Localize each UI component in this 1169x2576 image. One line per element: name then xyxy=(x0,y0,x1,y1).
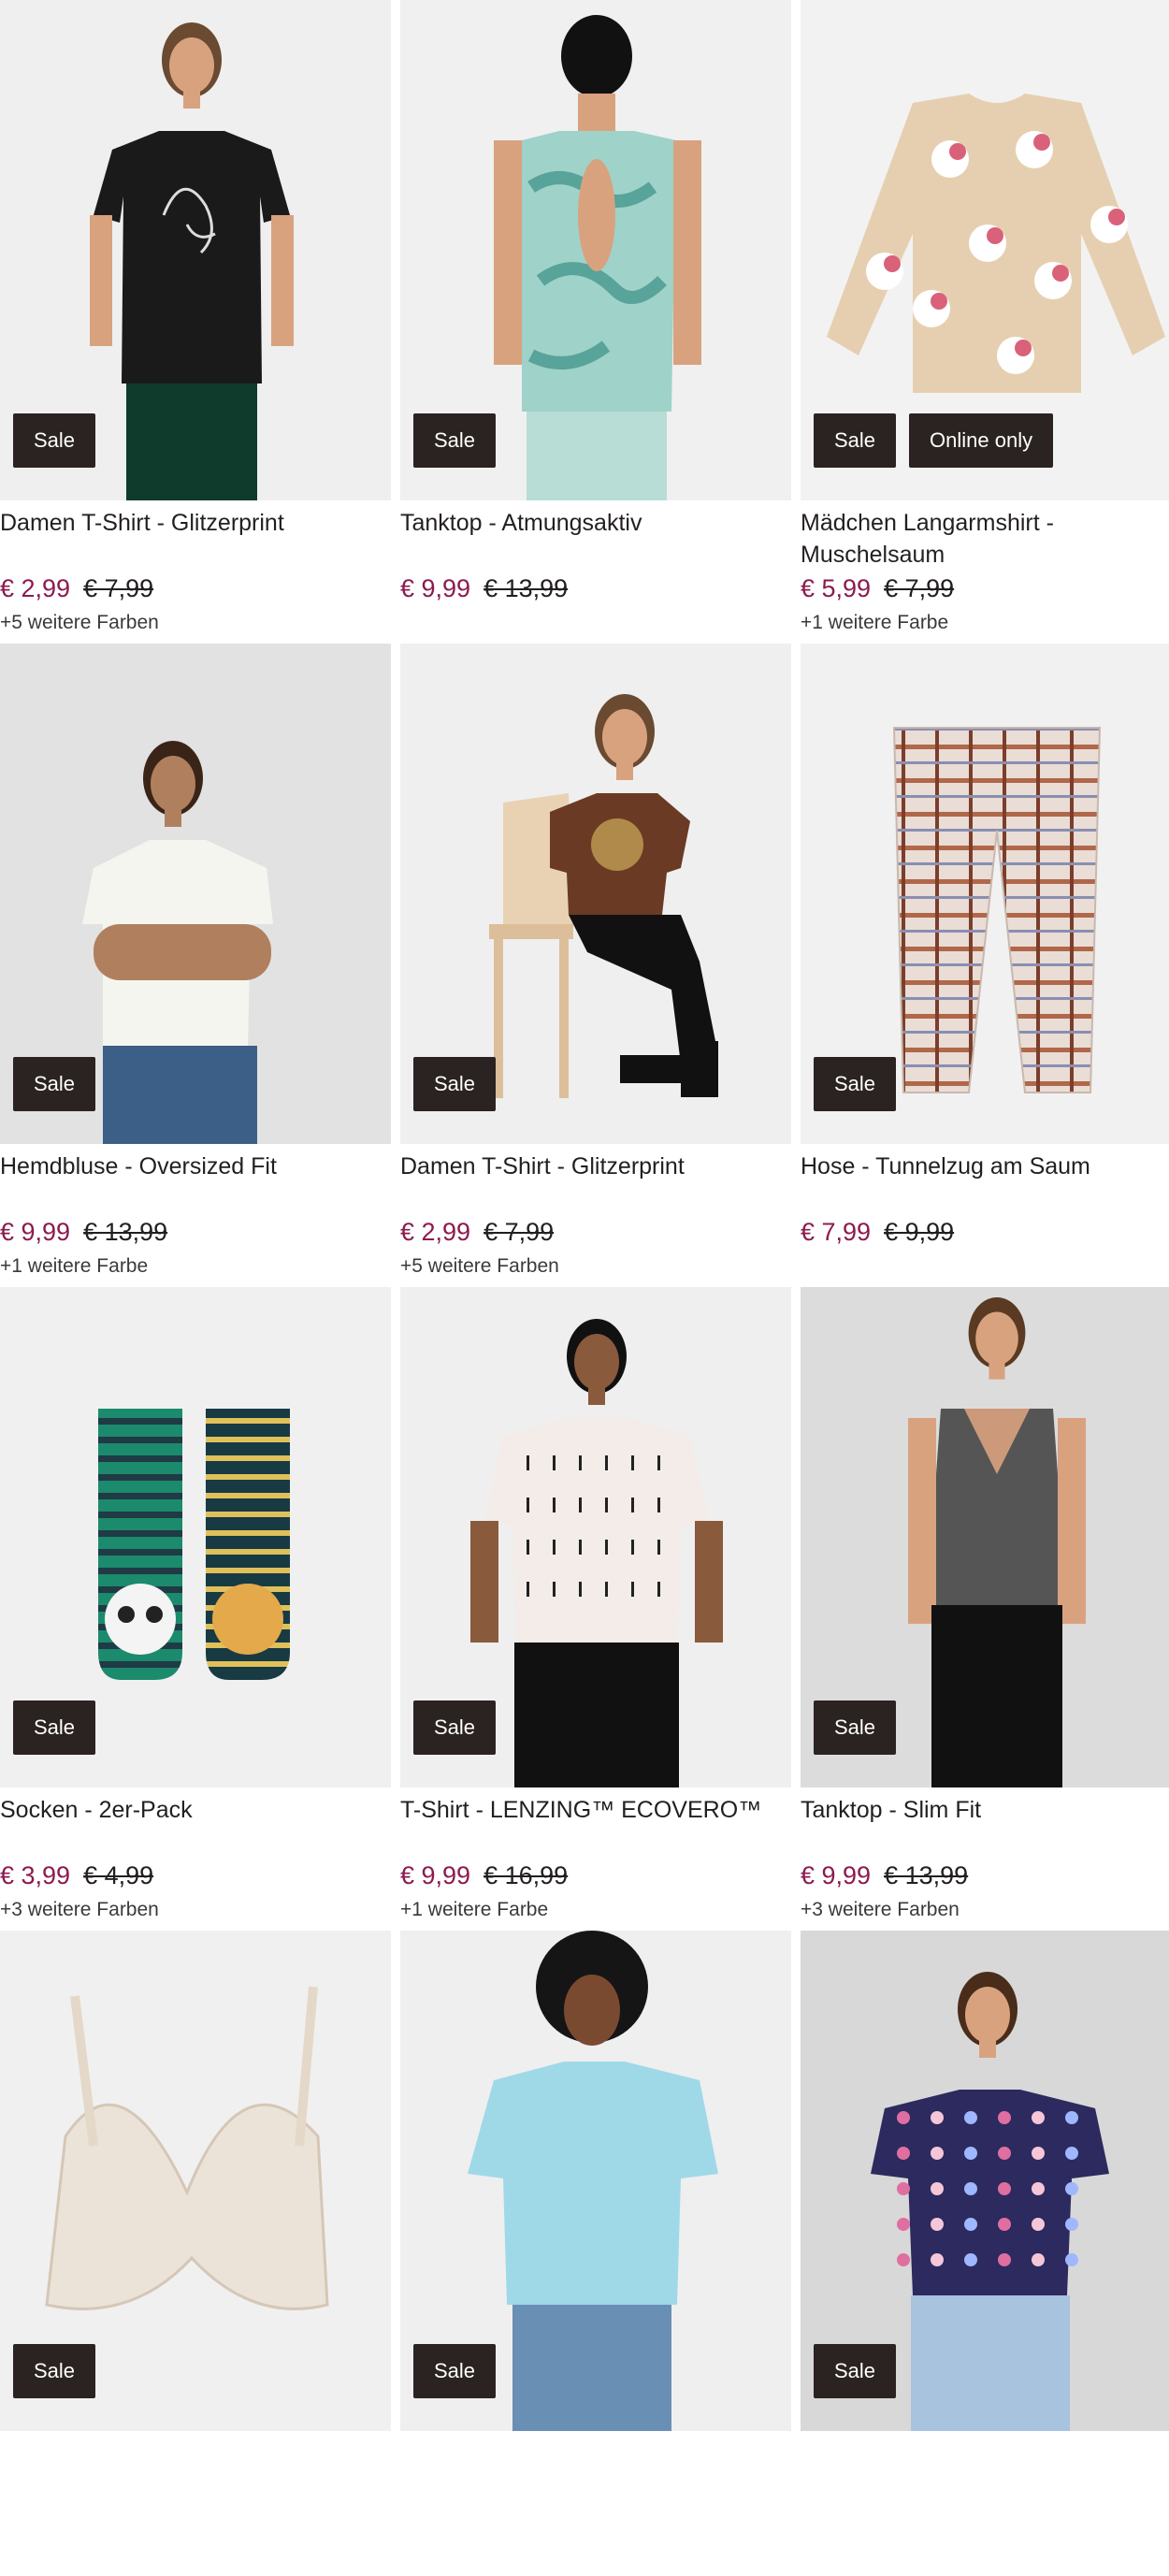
product-name[interactable]: T-Shirt - LENZING™ ECOVERO™ xyxy=(400,1794,786,1826)
product-card[interactable]: Sale T-Shirt - LENZING™ ECOVERO™ € 9,99 € 1… xyxy=(400,1287,791,1932)
sale-badge: Sale xyxy=(814,2344,897,2398)
product-image-white-blouse-woman[interactable]: Sale xyxy=(0,644,391,1144)
product-image-black-tshirt-woman[interactable]: Sale xyxy=(0,0,391,500)
original-price: € 13,99 xyxy=(884,1861,969,1889)
badge-group: Sale xyxy=(814,1057,897,1111)
sale-price: € 3,99 xyxy=(0,1861,71,1889)
more-colors-link[interactable]: +5 weitere Farben xyxy=(0,612,159,634)
product-card[interactable]: Sale Tanktop - Slim Fit € 9,99 € 13,99 +3 we… xyxy=(801,1287,1169,1932)
sale-price: € 2,99 xyxy=(400,1218,471,1246)
sale-badge: Sale xyxy=(413,413,497,468)
sale-badge: Sale xyxy=(814,1700,897,1755)
sale-badge: Sale xyxy=(13,413,96,468)
sale-badge: Sale xyxy=(814,1057,897,1111)
product-name[interactable]: Socken - 2er-Pack xyxy=(0,1794,385,1826)
product-image-white-tshirt-woman[interactable]: Sale xyxy=(400,1287,791,1787)
more-colors-link[interactable]: +1 weitere Farbe xyxy=(801,612,948,634)
product-image-brown-tshirt-woman-chair[interactable]: Sale xyxy=(400,644,791,1144)
product-card[interactable]: Sale Damen T-Shirt - Glitzerprint € 2,99 € … xyxy=(400,644,791,1289)
price-row: € 9,99 € 16,99 xyxy=(400,1861,568,1890)
original-price: € 7,99 xyxy=(884,574,955,602)
product-name[interactable]: Damen T-Shirt - Glitzerprint xyxy=(400,1151,786,1182)
product-card[interactable]: Sale Socken - 2er-Pack € 3,99 € 4,99 +3 weit… xyxy=(0,1287,391,1932)
more-colors-link[interactable]: +5 weitere Farben xyxy=(400,1255,559,1278)
product-image-printed-tanktop-back[interactable]: Sale xyxy=(400,0,791,500)
product-name[interactable]: Hemdbluse - Oversized Fit xyxy=(0,1151,385,1182)
price-row: € 2,99 € 7,99 xyxy=(0,574,153,603)
product-image-unicorn-longsleeve[interactable]: Sale Online only xyxy=(801,0,1169,500)
product-card[interactable]: Sale Tanktop - Atmungsaktiv € 9,99 € 13,99 xyxy=(400,0,791,645)
product-card[interactable]: Sale Damen T-Shirt - Glitzerprint € 2,99 € … xyxy=(0,0,391,645)
price-row: € 9,99 € 13,99 xyxy=(400,574,568,603)
sale-price: € 7,99 xyxy=(801,1218,872,1246)
sale-badge: Sale xyxy=(413,1700,497,1755)
badge-group: Sale xyxy=(413,1700,497,1755)
product-image-lace-bra[interactable]: Sale xyxy=(0,1931,391,2431)
price-row: € 3,99 € 4,99 xyxy=(0,1861,153,1890)
badge-group: Sale xyxy=(413,413,497,468)
original-price: € 13,99 xyxy=(83,1218,168,1246)
badge-group: Sale Online only xyxy=(814,413,1054,468)
product-card[interactable]: Sale xyxy=(801,1931,1169,2576)
original-price: € 13,99 xyxy=(483,574,569,602)
original-price: € 7,99 xyxy=(83,574,154,602)
sale-price: € 9,99 xyxy=(801,1861,872,1889)
more-colors-link[interactable]: +3 weitere Farben xyxy=(801,1899,960,1921)
product-card[interactable]: Sale Online only Mädchen Langarmshirt - Mu… xyxy=(801,0,1169,645)
price-row: € 5,99 € 7,99 xyxy=(801,574,954,603)
sale-badge: Sale xyxy=(13,2344,96,2398)
badge-group: Sale xyxy=(13,413,96,468)
product-grid: Sale Damen T-Shirt - Glitzerprint € 2,99 € … xyxy=(0,0,1169,2431)
sale-badge: Sale xyxy=(413,2344,497,2398)
original-price: € 4,99 xyxy=(83,1861,154,1889)
more-colors-link[interactable]: +1 weitere Farbe xyxy=(0,1255,148,1278)
sale-price: € 9,99 xyxy=(400,574,471,602)
product-image-grey-tanktop-woman[interactable]: Sale xyxy=(801,1287,1169,1787)
product-name[interactable]: Mädchen Langarmshirt - Muschelsaum xyxy=(801,507,1169,571)
price-row: € 7,99 € 9,99 xyxy=(801,1218,954,1247)
product-image-floral-blouse-woman[interactable]: Sale xyxy=(801,1931,1169,2431)
badge-group: Sale xyxy=(13,2344,96,2398)
price-row: € 9,99 € 13,99 xyxy=(0,1218,167,1247)
original-price: € 9,99 xyxy=(884,1218,955,1246)
sale-badge: Sale xyxy=(13,1700,96,1755)
badge-group: Sale xyxy=(413,2344,497,2398)
more-colors-link[interactable]: +1 weitere Farbe xyxy=(400,1899,548,1921)
product-card[interactable]: Sale xyxy=(0,1931,391,2576)
sale-badge: Sale xyxy=(13,1057,96,1111)
original-price: € 7,99 xyxy=(483,1218,555,1246)
original-price: € 16,99 xyxy=(483,1861,569,1889)
sale-price: € 9,99 xyxy=(0,1218,71,1246)
sale-badge: Sale xyxy=(413,1057,497,1111)
more-colors-link[interactable]: +3 weitere Farben xyxy=(0,1899,159,1921)
badge-group: Sale xyxy=(13,1700,96,1755)
sale-price: € 2,99 xyxy=(0,574,71,602)
product-name[interactable]: Damen T-Shirt - Glitzerprint xyxy=(0,507,385,539)
product-card[interactable]: Sale Hemdbluse - Oversized Fit € 9,99 € 13,… xyxy=(0,644,391,1289)
badge-group: Sale xyxy=(13,1057,96,1111)
price-row: € 2,99 € 7,99 xyxy=(400,1218,554,1247)
product-name[interactable]: Tanktop - Slim Fit xyxy=(801,1794,1169,1826)
product-image-lightblue-tshirt-woman[interactable]: Sale xyxy=(400,1931,791,2431)
product-card[interactable]: Sale Hose - Tunnelzug am Saum € 7,99 € 9,99 xyxy=(801,644,1169,1289)
badge-group: Sale xyxy=(413,1057,497,1111)
price-row: € 9,99 € 13,99 xyxy=(801,1861,968,1890)
product-name[interactable]: Hose - Tunnelzug am Saum xyxy=(801,1151,1169,1182)
online-only-badge: Online only xyxy=(909,413,1054,468)
sale-price: € 5,99 xyxy=(801,574,872,602)
badge-group: Sale xyxy=(814,1700,897,1755)
product-card[interactable]: Sale xyxy=(400,1931,791,2576)
product-name[interactable]: Tanktop - Atmungsaktiv xyxy=(400,507,786,539)
product-image-kids-socks-pair[interactable]: Sale xyxy=(0,1287,391,1787)
sale-badge: Sale xyxy=(814,413,897,468)
badge-group: Sale xyxy=(814,2344,897,2398)
product-image-checked-trousers[interactable]: Sale xyxy=(801,644,1169,1144)
sale-price: € 9,99 xyxy=(400,1861,471,1889)
